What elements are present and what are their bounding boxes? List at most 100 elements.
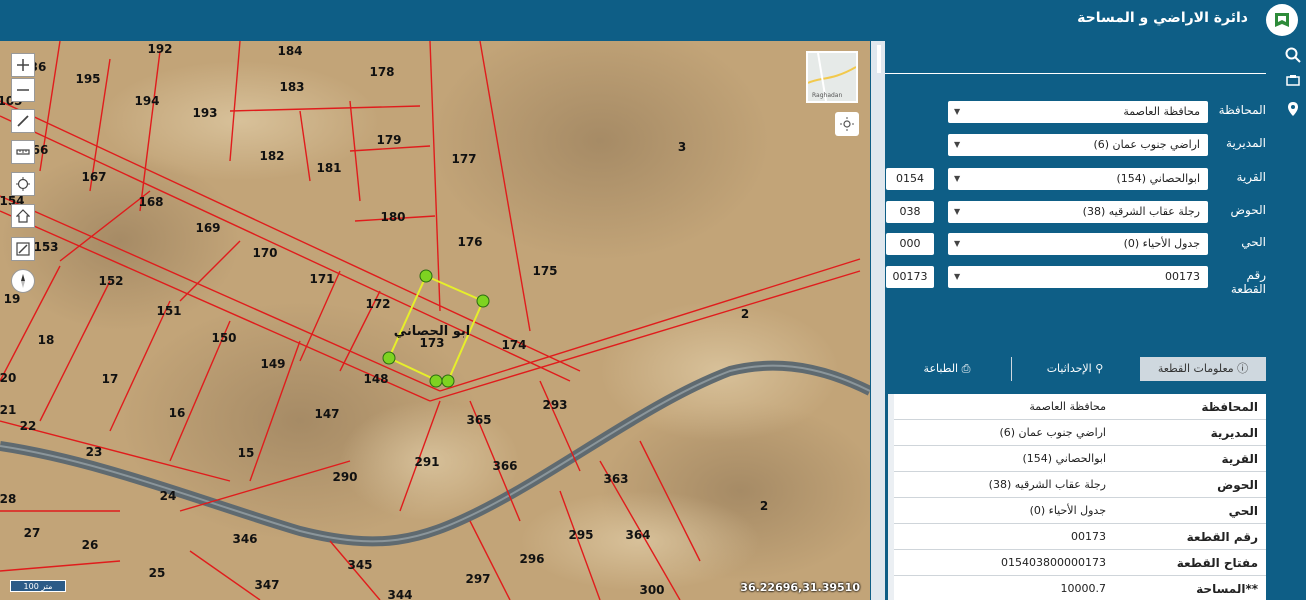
info-label: القرية xyxy=(1221,452,1258,466)
svg-text:170: 170 xyxy=(252,246,277,260)
chevron-down-icon: ▼ xyxy=(954,107,961,116)
filter-row-governorate: المحافظة محافظة العاصمة ▼ xyxy=(886,101,1266,123)
print-map-icon[interactable] xyxy=(1284,72,1302,90)
tab-print[interactable]: ⎙ الطباعة xyxy=(884,357,1010,381)
svg-text:27: 27 xyxy=(24,526,41,540)
svg-text:174: 174 xyxy=(501,338,526,352)
tab-parcel-info[interactable]: ⓘ معلومات القطعة xyxy=(1140,357,1266,381)
draw-icon[interactable] xyxy=(11,109,35,133)
directorate-select[interactable]: اراضي جنوب عمان (6) ▼ xyxy=(948,134,1208,156)
satellite-map: 192 184195 178 194183193179 661773182 1811… xyxy=(0,41,870,600)
zoom-out-icon[interactable] xyxy=(11,78,35,102)
svg-text:169: 169 xyxy=(195,221,220,235)
governorate-select[interactable]: محافظة العاصمة ▼ xyxy=(948,101,1208,123)
svg-text:3: 3 xyxy=(678,140,686,154)
filter-label: الحوض xyxy=(1230,203,1266,217)
info-label: المديرية xyxy=(1210,426,1258,440)
svg-text:290: 290 xyxy=(332,470,357,484)
svg-text:195: 195 xyxy=(75,72,100,86)
svg-text:295: 295 xyxy=(568,528,593,542)
parcel-tabs: ⓘ معلومات القطعة ⚲ الإحداثيات ⎙ الطباعة xyxy=(883,357,1266,381)
svg-text:344: 344 xyxy=(387,588,412,600)
neighborhood-code-input[interactable]: 000 xyxy=(886,233,934,255)
location-pin-icon[interactable] xyxy=(1284,100,1302,118)
info-value: 00173 xyxy=(1071,530,1106,543)
basin-code-input[interactable]: 038 xyxy=(886,201,934,223)
svg-text:152: 152 xyxy=(98,274,123,288)
panel-splitter[interactable] xyxy=(871,41,885,600)
svg-text:150: 150 xyxy=(211,331,236,345)
info-label: الحي xyxy=(1228,504,1258,518)
village-code-input[interactable]: 0154 xyxy=(886,168,934,190)
svg-text:15: 15 xyxy=(238,446,255,460)
measure-icon[interactable] xyxy=(11,140,35,164)
table-row: المديرية اراضي جنوب عمان (6) xyxy=(894,420,1266,446)
svg-text:175: 175 xyxy=(532,264,557,278)
chevron-down-icon: ▼ xyxy=(954,174,961,183)
svg-text:182: 182 xyxy=(259,149,284,163)
splitter-grip[interactable] xyxy=(877,45,881,73)
svg-text:26: 26 xyxy=(82,538,99,552)
table-row: رقم القطعة 00173 xyxy=(894,524,1266,550)
svg-text:151: 151 xyxy=(156,304,181,318)
filter-label: القرية xyxy=(1236,170,1266,184)
user-location-icon: ⚲ xyxy=(1095,362,1104,375)
svg-text:18: 18 xyxy=(38,333,55,347)
tab-coordinates[interactable]: ⚲ الإحداثيات xyxy=(1012,357,1138,381)
chevron-down-icon: ▼ xyxy=(954,207,961,216)
parcel-number-select[interactable]: 00173 ▼ xyxy=(948,266,1208,288)
brightness-icon[interactable] xyxy=(835,112,859,136)
svg-text:297: 297 xyxy=(465,572,490,586)
filter-row-parcel-number: رقم القطعة 00173 ▼ 00173 xyxy=(886,266,1266,298)
parcel-info-table: المحافظة محافظة العاصمة المديرية اراضي جنو… xyxy=(888,394,1266,600)
svg-text:184: 184 xyxy=(277,44,302,58)
svg-text:181: 181 xyxy=(316,161,341,175)
map-coordinates: 36.22696,31.39510 xyxy=(740,581,860,594)
info-label: المحافظة xyxy=(1201,400,1258,414)
village-select[interactable]: ابوالحصاني (154) ▼ xyxy=(948,168,1208,190)
info-value: 015403800000173 xyxy=(1001,556,1106,569)
locate-icon[interactable] xyxy=(11,172,35,196)
overview-minimap[interactable]: Raghadan xyxy=(806,51,858,103)
svg-text:178: 178 xyxy=(369,65,394,79)
svg-text:24: 24 xyxy=(160,489,177,503)
svg-text:176: 176 xyxy=(457,235,482,249)
table-row: المحافظة محافظة العاصمة xyxy=(894,394,1266,420)
svg-text:2: 2 xyxy=(760,499,768,513)
map-scale-bar: 100 متر xyxy=(10,580,66,592)
edit-map-icon[interactable] xyxy=(11,237,35,261)
info-value: اراضي جنوب عمان (6) xyxy=(999,426,1106,439)
svg-text:21: 21 xyxy=(0,403,16,417)
zoom-in-icon[interactable] xyxy=(11,53,35,77)
info-label: مفتاح القطعة xyxy=(1176,556,1258,570)
home-icon[interactable] xyxy=(11,204,35,228)
info-value: 10000.7 xyxy=(1060,582,1107,595)
basin-select[interactable]: رجلة عقاب الشرقيه (38) ▼ xyxy=(948,201,1208,223)
svg-text:365: 365 xyxy=(466,413,491,427)
filter-label: المديرية xyxy=(1226,136,1266,150)
table-row: القرية ابوالحصاني (154) xyxy=(894,446,1266,472)
info-value: رجلة عقاب الشرقيه (38) xyxy=(988,478,1106,491)
svg-text:2: 2 xyxy=(741,307,749,321)
filter-row-neighborhood: الحي جدول الأحياء (0) ▼ 000 xyxy=(886,233,1266,255)
info-icon: ⓘ xyxy=(1237,362,1249,375)
svg-text:22: 22 xyxy=(20,419,37,433)
svg-text:148: 148 xyxy=(363,372,388,386)
svg-text:172: 172 xyxy=(365,297,390,311)
svg-text:19: 19 xyxy=(4,292,21,306)
svg-text:25: 25 xyxy=(149,566,166,580)
svg-text:363: 363 xyxy=(603,472,628,486)
map-view[interactable]: 192 184 195 178 194 183 193 179 66 177 3 182 181 1… xyxy=(0,41,870,600)
svg-text:193: 193 xyxy=(192,106,217,120)
neighborhood-select[interactable]: جدول الأحياء (0) ▼ xyxy=(948,233,1208,255)
svg-text:179: 179 xyxy=(376,133,401,147)
compass-icon[interactable] xyxy=(11,269,35,293)
app-window: دائرة الاراضي و المساحة 192 184 195 178 … xyxy=(0,0,1306,600)
svg-text:346: 346 xyxy=(232,532,257,546)
print-icon: ⎙ xyxy=(961,362,971,375)
parcel-code-input[interactable]: 00173 xyxy=(886,266,934,288)
chevron-down-icon: ▼ xyxy=(954,272,961,281)
app-header: دائرة الاراضي و المساحة xyxy=(0,0,1306,40)
search-icon[interactable] xyxy=(1284,46,1302,64)
info-value: محافظة العاصمة xyxy=(1029,400,1106,413)
